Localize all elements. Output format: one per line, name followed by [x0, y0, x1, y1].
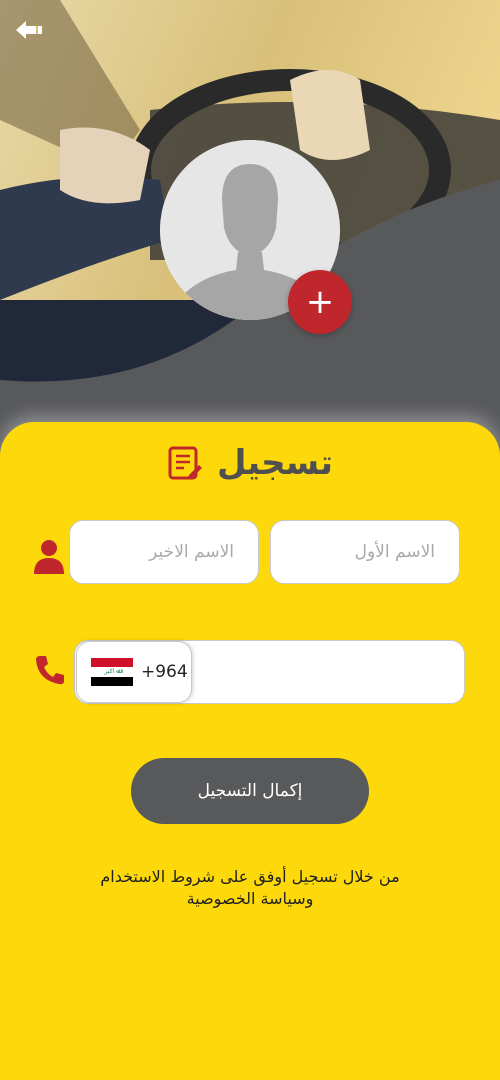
terms-notice: من خلال تسجيل أوفق على شروط الاستخدام وس…: [40, 866, 460, 910]
complete-registration-button[interactable]: إكمال التسجيل: [131, 758, 369, 824]
last-name-placeholder: الاسم الاخير: [149, 542, 234, 562]
first-name-placeholder: الاسم الأول: [354, 542, 435, 562]
registration-form-icon: [168, 446, 202, 480]
form-title-row: تسجيل: [0, 438, 500, 488]
first-name-field[interactable]: الاسم الأول: [270, 520, 460, 584]
country-code-selector[interactable]: ﷲ اكبر +964: [76, 641, 192, 703]
phone-icon: [36, 656, 64, 685]
privacy-policy-link[interactable]: وسياسة الخصوصية: [187, 889, 314, 908]
complete-registration-label: إكمال التسجيل: [197, 781, 303, 801]
plus-icon: +: [305, 282, 335, 322]
page-title: تسجيل: [216, 443, 334, 483]
last-name-field[interactable]: الاسم الاخير: [69, 520, 259, 584]
back-button[interactable]: [14, 18, 46, 42]
person-icon: [34, 540, 64, 574]
terms-of-use-link[interactable]: من خلال تسجيل أوفق على شروط الاستخدام: [100, 867, 399, 886]
add-photo-button[interactable]: +: [288, 270, 352, 334]
iraq-flag-icon: ﷲ اكبر: [91, 658, 133, 686]
dial-code: +964: [141, 662, 188, 682]
arrow-left-icon: [16, 21, 42, 39]
